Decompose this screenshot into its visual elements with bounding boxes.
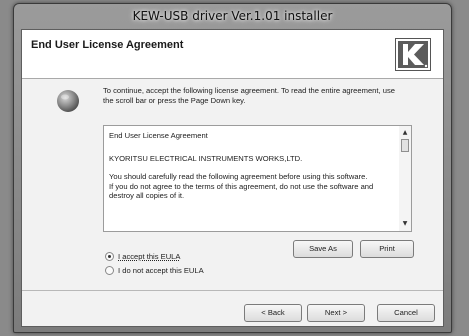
dialog-client-area: End User License Agreement To continue, …: [21, 29, 444, 327]
dialog-header: End User License Agreement: [22, 30, 443, 79]
eula-heading: End User License Agreement: [109, 131, 208, 140]
decline-radio[interactable]: [105, 266, 114, 275]
title-bar[interactable]: KEW-USB driver Ver.1.01 installer: [14, 4, 451, 29]
eula-paragraph-1: You should carefully read the following …: [109, 172, 368, 181]
decline-eula-option[interactable]: I do not accept this EULA: [105, 266, 204, 275]
globe-icon: [57, 90, 79, 112]
scroll-up-icon[interactable]: ▲: [399, 128, 411, 138]
instructions-text: To continue, accept the following licens…: [103, 86, 395, 105]
save-as-button[interactable]: Save As: [293, 240, 353, 258]
accept-eula-option[interactable]: I accept this EULA: [105, 252, 180, 261]
next-button[interactable]: Next >: [307, 304, 365, 322]
accept-radio[interactable]: [105, 252, 114, 261]
eula-paragraph-2: If you do not agree to the terms of this…: [109, 181, 374, 201]
print-button[interactable]: Print: [360, 240, 414, 258]
eula-content: End User License Agreement KYORITSU ELEC…: [109, 131, 394, 201]
eula-company: KYORITSU ELECTRICAL INSTRUMENTS WORKS,LT…: [109, 153, 303, 163]
eula-text-box[interactable]: End User License Agreement KYORITSU ELEC…: [103, 125, 412, 232]
accept-label: I accept this EULA: [118, 252, 181, 261]
footer-separator: [22, 290, 443, 291]
installer-window: KEW-USB driver Ver.1.01 installer End Us…: [13, 3, 452, 333]
decline-label: I do not accept this EULA: [118, 266, 204, 275]
kyoritsu-logo-icon: [395, 38, 431, 71]
scroll-down-icon[interactable]: ▼: [399, 219, 411, 229]
scroll-thumb[interactable]: [401, 139, 409, 152]
cancel-button[interactable]: Cancel: [377, 304, 435, 322]
eula-scrollbar[interactable]: ▲ ▼: [399, 126, 411, 231]
window-title: KEW-USB driver Ver.1.01 installer: [132, 9, 333, 23]
page-title: End User License Agreement: [31, 39, 184, 51]
back-button[interactable]: < Back: [244, 304, 302, 322]
